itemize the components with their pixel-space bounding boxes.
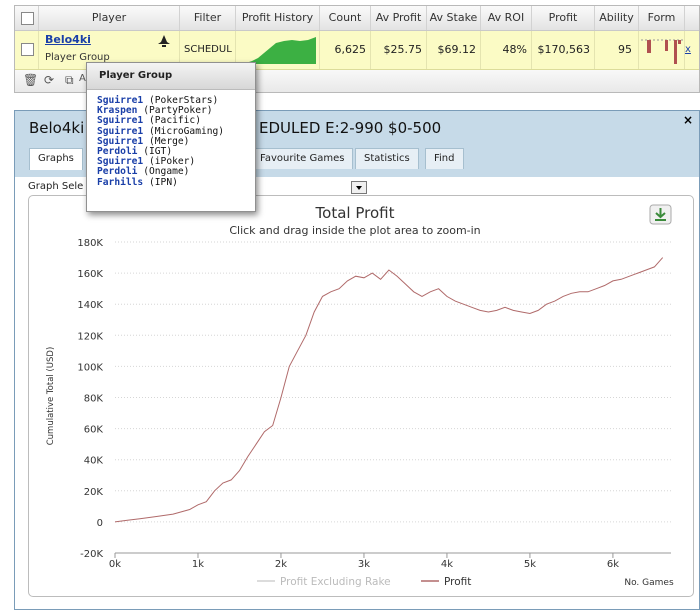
- player-name-link[interactable]: Belo4ki: [45, 33, 91, 46]
- x-tick-label: 6k: [607, 559, 619, 570]
- x-axis-title: No. Games: [624, 578, 674, 588]
- y-tick-label: 100K: [77, 362, 103, 373]
- legend-item-profit[interactable]: Profit: [444, 576, 471, 588]
- row-checkbox[interactable]: [21, 43, 34, 56]
- remove-row-link[interactable]: x: [685, 31, 699, 69]
- tab-statistics[interactable]: Statistics: [355, 148, 419, 169]
- y-tick-label: 0: [97, 518, 103, 529]
- graph-window-title-filter: EDULED E:2-990 $0-500: [259, 119, 442, 137]
- y-tick-label: 20K: [84, 487, 104, 498]
- chart-container[interactable]: -20K 0 20K 40K 60K 80K 100K 120K 140K 160K 180K 0k…: [28, 195, 694, 597]
- av-roi-cell: 48%: [481, 31, 532, 69]
- column-header-count[interactable]: Count: [320, 6, 371, 30]
- player-alias[interactable]: Farhills: [97, 177, 143, 188]
- y-axis-title: Cumulative Total (USD): [46, 347, 56, 446]
- x-tick-label: 5k: [524, 559, 536, 570]
- copy-icon[interactable]: ⧉: [65, 73, 74, 88]
- close-icon[interactable]: ×: [683, 113, 693, 127]
- graph-select-dropdown[interactable]: [351, 181, 367, 194]
- row-select-cell[interactable]: [15, 31, 39, 69]
- toolbar-label: A: [79, 73, 86, 84]
- tab-find[interactable]: Find: [425, 148, 464, 169]
- y-tick-label: 80K: [84, 394, 104, 405]
- y-tick-label: 40K: [84, 456, 104, 467]
- profit-series-line: [114, 257, 664, 523]
- profit-cell: $170,563: [532, 31, 595, 69]
- list-item[interactable]: Farhills (IPN): [97, 176, 255, 188]
- column-header-profit-history[interactable]: Profit History: [236, 6, 320, 30]
- player-group-list: Sguirre1 (PokerStars) Kraspen (PartyPoker…: [87, 90, 255, 188]
- x-tick-label: 4k: [441, 559, 453, 570]
- column-header-ability[interactable]: Ability: [595, 6, 639, 30]
- popup-title: Player Group: [87, 63, 255, 90]
- graph-select-label: Graph Sele: [28, 181, 84, 192]
- y-tick-label: -20K: [80, 549, 103, 560]
- tab-favourite-games[interactable]: Favourite Games: [251, 148, 354, 169]
- ability-cell: 95: [595, 31, 639, 69]
- total-profit-chart[interactable]: -20K 0 20K 40K 60K 80K 100K 120K 140K 160K 180K 0k…: [29, 196, 693, 596]
- graph-window-title: Belo4ki: [29, 119, 85, 137]
- column-header-form[interactable]: Form: [639, 6, 685, 30]
- chart-title: Total Profit: [315, 204, 395, 222]
- column-header-player[interactable]: Player: [39, 6, 180, 30]
- count-cell: 6,625: [320, 31, 371, 69]
- column-header-filter[interactable]: Filter: [180, 6, 236, 30]
- site-name: (IPN): [149, 176, 178, 188]
- column-header-av-profit[interactable]: Av Profit: [371, 6, 427, 30]
- x-tick-label: 3k: [358, 559, 370, 570]
- trash-icon[interactable]: 🗑: [23, 73, 38, 87]
- av-stake-cell: $69.12: [427, 31, 481, 69]
- form-chart: [639, 31, 685, 69]
- select-all-checkbox[interactable]: [21, 12, 34, 25]
- legend: Profit Excluding Rake Profit: [257, 576, 471, 588]
- legend-item-profit-excluding-rake[interactable]: Profit Excluding Rake: [280, 576, 391, 588]
- refresh-icon[interactable]: ⟳: [44, 73, 54, 87]
- select-all-cell[interactable]: [15, 6, 39, 30]
- y-tick-label: 140K: [77, 300, 103, 311]
- x-tick-label: 2k: [275, 559, 287, 570]
- x-tick-label: 0k: [109, 559, 121, 570]
- y-tick-label: 160K: [77, 269, 103, 280]
- export-button[interactable]: [649, 204, 672, 225]
- column-header-av-roi[interactable]: Av ROI: [481, 6, 532, 30]
- y-tick-label: 60K: [84, 425, 104, 436]
- column-header-profit[interactable]: Profit: [532, 6, 595, 30]
- x-tick-label: 1k: [192, 559, 204, 570]
- y-tick-label: 120K: [77, 331, 103, 342]
- tab-graphs[interactable]: Graphs: [29, 148, 83, 170]
- player-group-popup: Player Group Sguirre1 (PokerStars) Kraspe…: [86, 62, 256, 212]
- table-header: Player Filter Profit History Count Av Pr…: [15, 6, 699, 31]
- y-tick-label: 180K: [77, 238, 103, 249]
- player-type-icon: [158, 35, 170, 47]
- av-profit-cell: $25.75: [371, 31, 427, 69]
- chart-subtitle: Click and drag inside the plot area to z…: [229, 224, 480, 237]
- column-header-av-stake[interactable]: Av Stake: [427, 6, 481, 30]
